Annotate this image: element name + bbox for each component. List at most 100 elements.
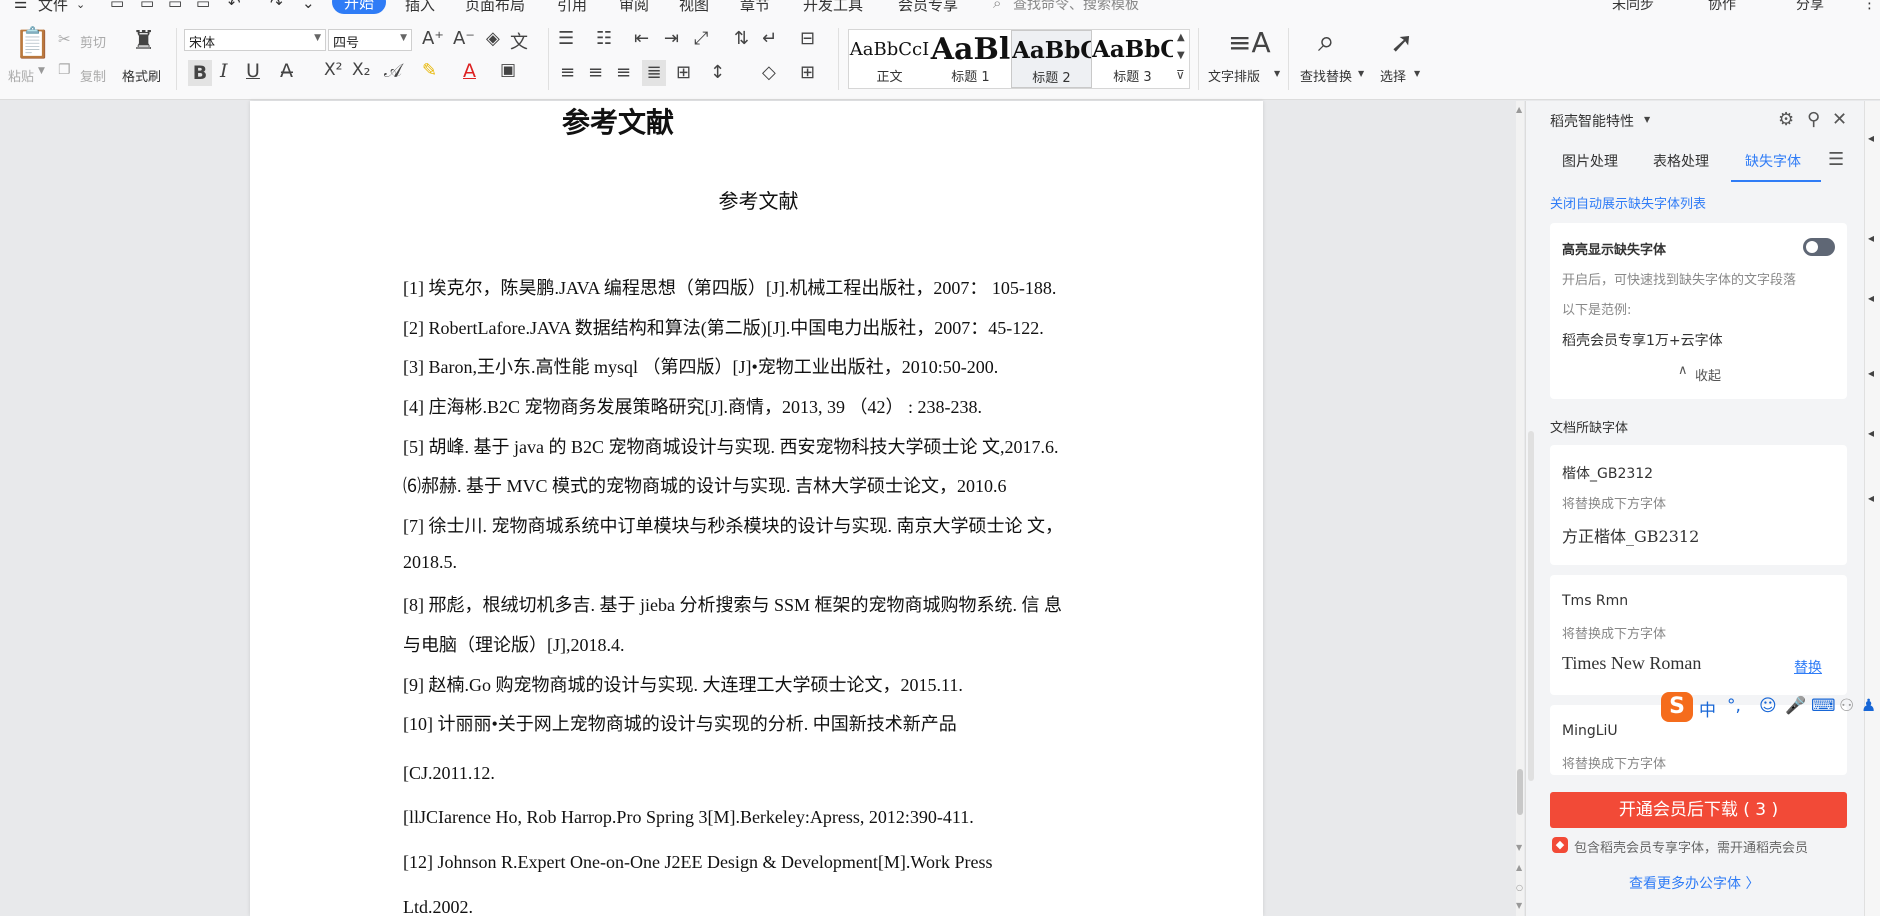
replacement-font[interactable]: 方正楷体_GB2312 xyxy=(1562,523,1699,547)
font-size-select[interactable]: 四号 ▼ xyxy=(328,29,412,51)
panel-title[interactable]: 稻壳智能特性 xyxy=(1550,111,1634,131)
download-fonts-button[interactable]: 开通会员后下载 ( 3 ) xyxy=(1550,792,1847,828)
command-search-input[interactable]: 查找命令、搜索模板 xyxy=(1013,0,1139,14)
tab-page-layout[interactable]: 页面布局 xyxy=(465,0,525,15)
subscript-icon[interactable]: X₂ xyxy=(352,60,370,80)
style-heading-2[interactable]: AaBbC 标题 2 xyxy=(1011,30,1092,88)
print-preview-icon[interactable]: ▭ xyxy=(196,0,210,12)
show-marks-icon[interactable]: ↵ xyxy=(762,28,777,49)
more-icon[interactable]: ⌄ xyxy=(302,0,315,12)
menu-icon[interactable]: ☰ xyxy=(1828,149,1844,170)
numbered-list-icon[interactable]: ☷ xyxy=(596,28,612,49)
copy-button[interactable]: 复制 xyxy=(80,66,106,85)
save-icon[interactable]: ▭ xyxy=(110,0,124,12)
style-heading-3[interactable]: AaBbC 标题 3 xyxy=(1092,30,1173,88)
align-left-icon[interactable]: ≡ xyxy=(560,62,575,83)
style-heading-1[interactable]: AaBl 标题 1 xyxy=(930,30,1011,88)
file-menu[interactable]: 文件 xyxy=(38,0,68,15)
collapse-button[interactable]: 收起 xyxy=(1695,365,1721,384)
font-name-select[interactable]: 宋体 ▼ xyxy=(184,29,326,51)
superscript-icon[interactable]: X² xyxy=(324,60,342,80)
bold-icon[interactable]: B xyxy=(188,60,212,86)
find-replace-button[interactable]: 查找替换 xyxy=(1300,66,1352,85)
tab-review[interactable]: 审阅 xyxy=(619,0,649,15)
close-auto-show-link[interactable]: 关闭自动展示缺失字体列表 xyxy=(1550,193,1706,212)
ime-mode-chinese[interactable]: 中 xyxy=(1699,696,1716,721)
highlight-icon[interactable]: ✎ xyxy=(422,60,437,81)
shading-icon[interactable]: ◇ xyxy=(762,62,776,83)
distribute-icon[interactable]: ⊞ xyxy=(676,62,691,83)
font-grow-icon[interactable]: A⁺ xyxy=(422,28,444,49)
tool-icon[interactable]: ◂ xyxy=(1868,366,1874,380)
export-pdf-icon[interactable]: ▭ xyxy=(140,0,154,12)
document-page[interactable]: 参考文献 参考文献 [1] 埃克尔，陈昊鹏.JAVA 编程思想（第四版）[J].… xyxy=(250,101,1263,916)
cut-button[interactable]: 剪切 xyxy=(80,32,106,51)
chevron-down-icon[interactable]: ▼ xyxy=(1177,50,1185,61)
more-fonts-link[interactable]: 查看更多办公字体 〉 xyxy=(1629,873,1759,893)
chevron-up-icon[interactable]: ∧ xyxy=(1678,363,1688,378)
share-button[interactable]: 分享 xyxy=(1796,0,1824,14)
font-color-icon[interactable]: A xyxy=(463,60,476,82)
microphone-icon[interactable]: 🎤 xyxy=(1785,696,1806,716)
font-shrink-icon[interactable]: A⁻ xyxy=(453,28,475,49)
text-effect-icon[interactable]: 𝒜 xyxy=(384,60,402,82)
underline-icon[interactable]: U xyxy=(246,60,260,82)
borders-icon[interactable]: ⊞ xyxy=(800,62,815,83)
clear-format-icon[interactable]: ◈ xyxy=(486,28,500,49)
print-icon[interactable]: ▭ xyxy=(168,0,182,12)
next-page-icon[interactable]: ▼ xyxy=(1516,901,1522,910)
select-button[interactable]: 选择 xyxy=(1380,66,1406,85)
format-painter-button[interactable]: 格式刷 xyxy=(122,66,161,85)
style-normal[interactable]: AaBbCcI 正文 xyxy=(849,30,930,88)
tool-icon[interactable]: ◂ xyxy=(1868,291,1874,305)
shirt-icon[interactable]: ♟ xyxy=(1861,696,1876,716)
punctuation-icon[interactable]: °, xyxy=(1727,696,1741,716)
document-scrollbar[interactable]: ▲ ▼ ▲ ○ ▼ xyxy=(1516,101,1524,916)
char-border-icon[interactable]: ▣ xyxy=(500,60,516,80)
chevron-up-icon[interactable]: ▲ xyxy=(1177,32,1185,43)
chevron-down-icon[interactable]: ▼ xyxy=(38,66,45,76)
highlight-toggle[interactable] xyxy=(1803,238,1835,256)
italic-icon[interactable]: I xyxy=(220,60,228,82)
scroll-thumb[interactable] xyxy=(1517,769,1523,815)
close-icon[interactable]: ✕ xyxy=(1832,109,1847,130)
sogou-logo-icon[interactable]: S xyxy=(1661,692,1693,722)
tab-member[interactable]: 会员专享 xyxy=(898,0,958,15)
tool-icon[interactable]: ◂ xyxy=(1868,131,1874,145)
sort-icon[interactable]: ⇅ xyxy=(734,28,749,49)
tab-references[interactable]: 引用 xyxy=(557,0,587,15)
prev-page-icon[interactable]: ▲ xyxy=(1516,863,1522,872)
menu-icon[interactable]: ☰ xyxy=(14,0,27,12)
collaborate-button[interactable]: 协作 xyxy=(1708,0,1736,14)
chevron-down-icon[interactable]: ▼ xyxy=(1516,843,1522,852)
tab-sections[interactable]: 章节 xyxy=(740,0,770,15)
tab-insert[interactable]: 插入 xyxy=(405,0,435,15)
gear-icon[interactable]: ⚙ xyxy=(1778,109,1794,130)
justify-icon[interactable]: ≣ xyxy=(642,60,666,86)
tab-home[interactable]: 开始 xyxy=(332,0,386,14)
replace-button[interactable]: 替换 xyxy=(1794,657,1822,677)
line-spacing-icon[interactable]: ↕ xyxy=(710,62,725,83)
undo-icon[interactable]: ↶ xyxy=(228,0,241,12)
text-direction-icon[interactable]: ⤢ xyxy=(694,28,708,49)
browse-object-icon[interactable]: ○ xyxy=(1516,883,1523,892)
tab-table-processing[interactable]: 表格处理 xyxy=(1653,151,1709,171)
styles-expand-icon[interactable]: ⊽ xyxy=(1176,68,1185,82)
keyboard-icon[interactable]: ⌨ xyxy=(1811,696,1836,716)
tool-icon[interactable]: ◂ xyxy=(1868,426,1874,440)
tab-developer[interactable]: 开发工具 xyxy=(803,0,863,15)
panel-scroll-track[interactable] xyxy=(1528,431,1534,781)
user-icon[interactable]: ⚇ xyxy=(1839,696,1854,716)
pin-icon[interactable]: ⚲ xyxy=(1807,109,1820,130)
tool-icon[interactable]: ◂ xyxy=(1868,231,1874,245)
increase-indent-icon[interactable]: ⇥ xyxy=(664,28,679,49)
chevron-down-icon[interactable]: ▼ xyxy=(1644,115,1650,124)
align-center-icon[interactable]: ≡ xyxy=(588,62,603,83)
chevron-up-icon[interactable]: ▲ xyxy=(1516,105,1522,114)
emoji-icon[interactable]: ☺ xyxy=(1759,696,1777,716)
strikethrough-icon[interactable]: A̶ xyxy=(280,60,293,82)
tab-image-processing[interactable]: 图片处理 xyxy=(1562,151,1618,171)
more-options-icon[interactable]: ⋮ xyxy=(1862,0,1877,12)
tab-stops-icon[interactable]: ⊟ xyxy=(800,28,815,49)
align-right-icon[interactable]: ≡ xyxy=(616,62,631,83)
